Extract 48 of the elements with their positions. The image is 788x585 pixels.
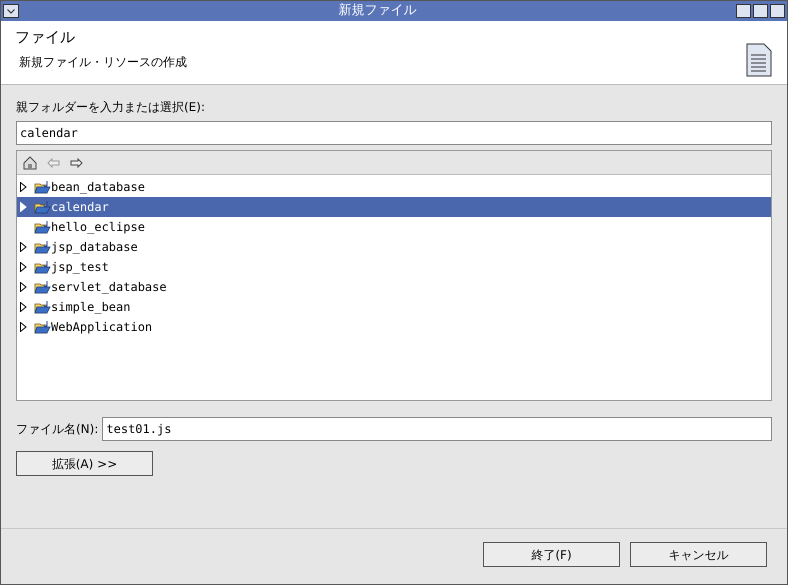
- expand-arrow-icon[interactable]: [20, 282, 27, 292]
- folder-icon: [34, 300, 51, 314]
- file-name-label: ファイル名(N):: [16, 421, 98, 438]
- header-description: 新規ファイル・リソースの作成: [19, 54, 188, 70]
- maximize-button[interactable]: [753, 4, 768, 18]
- expand-arrow-icon[interactable]: [20, 242, 27, 252]
- folder-icon: [34, 220, 51, 234]
- expand-arrow-icon[interactable]: [20, 262, 27, 272]
- folder-name: hello_eclipse: [51, 219, 145, 236]
- folder-icon: [34, 260, 51, 274]
- window-menu-button[interactable]: [3, 4, 19, 18]
- file-name-field[interactable]: test01.js: [102, 417, 772, 441]
- home-icon[interactable]: [23, 156, 37, 170]
- parent-folder-label: 親フォルダーを入力または選択(E):: [16, 99, 206, 116]
- chevron-down-icon: [7, 8, 15, 14]
- tree-item[interactable]: bean_database: [17, 177, 771, 197]
- folder-icon: [34, 240, 51, 254]
- forward-arrow-icon[interactable]: [70, 158, 83, 168]
- tree-item[interactable]: servlet_database: [17, 277, 771, 297]
- tree-item[interactable]: jsp_test: [17, 257, 771, 277]
- folder-name: servlet_database: [51, 279, 167, 296]
- folder-icon: [34, 320, 51, 334]
- parent-folder-field[interactable]: calendar: [16, 121, 772, 145]
- minimize-button[interactable]: [736, 4, 751, 18]
- expand-arrow-icon[interactable]: [20, 302, 27, 312]
- folder-icon: [34, 180, 51, 194]
- document-icon: [745, 43, 773, 77]
- close-button[interactable]: [770, 4, 785, 18]
- tree-item[interactable]: calendar: [17, 197, 771, 217]
- folder-name: jsp_test: [51, 259, 109, 276]
- folder-icon: [34, 280, 51, 294]
- dialog-button[interactable]: 終了(F): [483, 542, 620, 567]
- folder-name: bean_database: [51, 179, 145, 196]
- dialog-button[interactable]: キャンセル: [630, 542, 767, 567]
- folder-name: simple_bean: [51, 299, 130, 316]
- folder-name: WebApplication: [51, 319, 152, 336]
- tree-item[interactable]: simple_bean: [17, 297, 771, 317]
- tree-item[interactable]: WebApplication: [17, 317, 771, 337]
- header-title: ファイル: [15, 27, 76, 48]
- expand-arrow-icon[interactable]: [20, 182, 27, 192]
- tree-item[interactable]: hello_eclipse: [17, 217, 771, 237]
- expand-arrow-icon[interactable]: [20, 322, 27, 332]
- tree-item[interactable]: jsp_database: [17, 237, 771, 257]
- folder-name: calendar: [51, 199, 109, 216]
- window-title: 新規ファイル: [338, 2, 418, 20]
- folder-name: jsp_database: [51, 239, 138, 256]
- advanced-button[interactable]: 拡張(A) >>: [16, 451, 153, 476]
- folder-icon: [34, 200, 51, 214]
